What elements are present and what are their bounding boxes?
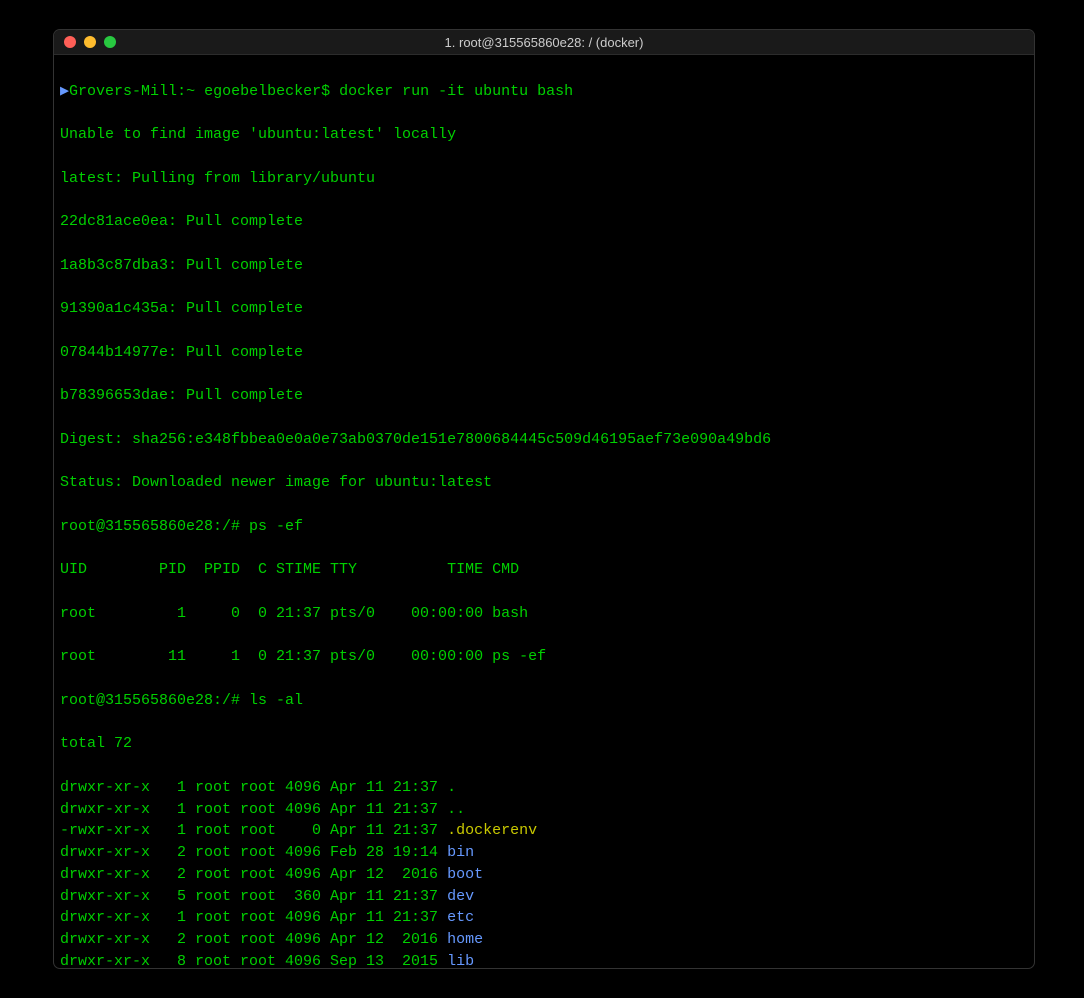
minimize-button[interactable] xyxy=(84,36,96,48)
ls-filename: bin xyxy=(447,844,474,861)
maximize-button[interactable] xyxy=(104,36,116,48)
ps-row: root 11 1 0 21:37 pts/0 00:00:00 ps -ef xyxy=(60,646,1028,668)
prompt-text: root@315565860e28:/# xyxy=(60,518,249,535)
output-line: b78396653dae: Pull complete xyxy=(60,385,1028,407)
ls-filename: .dockerenv xyxy=(447,822,537,839)
ls-filename: dev xyxy=(447,888,474,905)
output-line: Status: Downloaded newer image for ubunt… xyxy=(60,472,1028,494)
ls-row: drwxr-xr-x 1 root root 4096 Apr 11 21:37… xyxy=(60,777,1028,799)
ls-row: drwxr-xr-x 2 root root 4096 Apr 12 2016 … xyxy=(60,929,1028,951)
prompt-line: root@315565860e28:/# ls -al xyxy=(60,690,1028,712)
ls-row: drwxr-xr-x 2 root root 4096 Feb 28 19:14… xyxy=(60,842,1028,864)
ls-row: drwxr-xr-x 1 root root 4096 Apr 11 21:37… xyxy=(60,799,1028,821)
ls-meta: drwxr-xr-x 5 root root 360 Apr 11 21:37 xyxy=(60,888,447,905)
command-text: ps -ef xyxy=(249,518,303,535)
output-line: latest: Pulling from library/ubuntu xyxy=(60,168,1028,190)
prompt-arrow-icon: ▶ xyxy=(60,83,69,100)
ls-filename: boot xyxy=(447,866,483,883)
window-title: 1. root@315565860e28: / (docker) xyxy=(54,35,1034,50)
ps-header: UID PID PPID C STIME TTY TIME CMD xyxy=(60,559,1028,581)
ls-filename: home xyxy=(447,931,483,948)
ls-row: drwxr-xr-x 5 root root 360 Apr 11 21:37 … xyxy=(60,886,1028,908)
ls-meta: drwxr-xr-x 2 root root 4096 Apr 12 2016 xyxy=(60,866,447,883)
ls-listing: drwxr-xr-x 1 root root 4096 Apr 11 21:37… xyxy=(60,777,1028,968)
ls-total: total 72 xyxy=(60,733,1028,755)
prompt-line: root@315565860e28:/# ps -ef xyxy=(60,516,1028,538)
ls-row: drwxr-xr-x 8 root root 4096 Sep 13 2015 … xyxy=(60,951,1028,968)
prompt-sep: :~ xyxy=(177,83,204,100)
prompt-host: Grovers-Mill xyxy=(69,83,177,100)
output-line: 91390a1c435a: Pull complete xyxy=(60,298,1028,320)
command-text: ls -al xyxy=(249,692,303,709)
command-text: docker run -it ubuntu bash xyxy=(339,83,573,100)
ls-meta: drwxr-xr-x 8 root root 4096 Sep 13 2015 xyxy=(60,953,447,968)
ls-filename: . xyxy=(447,779,456,796)
output-line: Unable to find image 'ubuntu:latest' loc… xyxy=(60,124,1028,146)
prompt-dollar: $ xyxy=(321,83,339,100)
ls-filename: .. xyxy=(447,801,465,818)
ls-row: drwxr-xr-x 1 root root 4096 Apr 11 21:37… xyxy=(60,907,1028,929)
ls-row: drwxr-xr-x 2 root root 4096 Apr 12 2016 … xyxy=(60,864,1028,886)
ls-meta: drwxr-xr-x 2 root root 4096 Apr 12 2016 xyxy=(60,931,447,948)
close-button[interactable] xyxy=(64,36,76,48)
ls-meta: drwxr-xr-x 2 root root 4096 Feb 28 19:14 xyxy=(60,844,447,861)
traffic-lights xyxy=(64,36,116,48)
titlebar: 1. root@315565860e28: / (docker) xyxy=(54,30,1034,55)
output-line: 22dc81ace0ea: Pull complete xyxy=(60,211,1028,233)
output-line: 07844b14977e: Pull complete xyxy=(60,342,1028,364)
ps-row: root 1 0 0 21:37 pts/0 00:00:00 bash xyxy=(60,603,1028,625)
prompt-user: egoebelbecker xyxy=(204,83,321,100)
ls-filename: lib xyxy=(447,953,474,968)
ls-filename: etc xyxy=(447,909,474,926)
terminal-body[interactable]: ▶Grovers-Mill:~ egoebelbecker$ docker ru… xyxy=(54,55,1034,968)
output-line: Digest: sha256:e348fbbea0e0a0e73ab0370de… xyxy=(60,429,1028,451)
ls-meta: drwxr-xr-x 1 root root 4096 Apr 11 21:37 xyxy=(60,909,447,926)
ls-row: -rwxr-xr-x 1 root root 0 Apr 11 21:37 .d… xyxy=(60,820,1028,842)
ls-meta: drwxr-xr-x 1 root root 4096 Apr 11 21:37 xyxy=(60,801,447,818)
prompt-text: root@315565860e28:/# xyxy=(60,692,249,709)
ls-meta: -rwxr-xr-x 1 root root 0 Apr 11 21:37 xyxy=(60,822,447,839)
prompt-line: ▶Grovers-Mill:~ egoebelbecker$ docker ru… xyxy=(60,81,1028,103)
terminal-window: 1. root@315565860e28: / (docker) ▶Grover… xyxy=(54,30,1034,968)
output-line: 1a8b3c87dba3: Pull complete xyxy=(60,255,1028,277)
ls-meta: drwxr-xr-x 1 root root 4096 Apr 11 21:37 xyxy=(60,779,447,796)
